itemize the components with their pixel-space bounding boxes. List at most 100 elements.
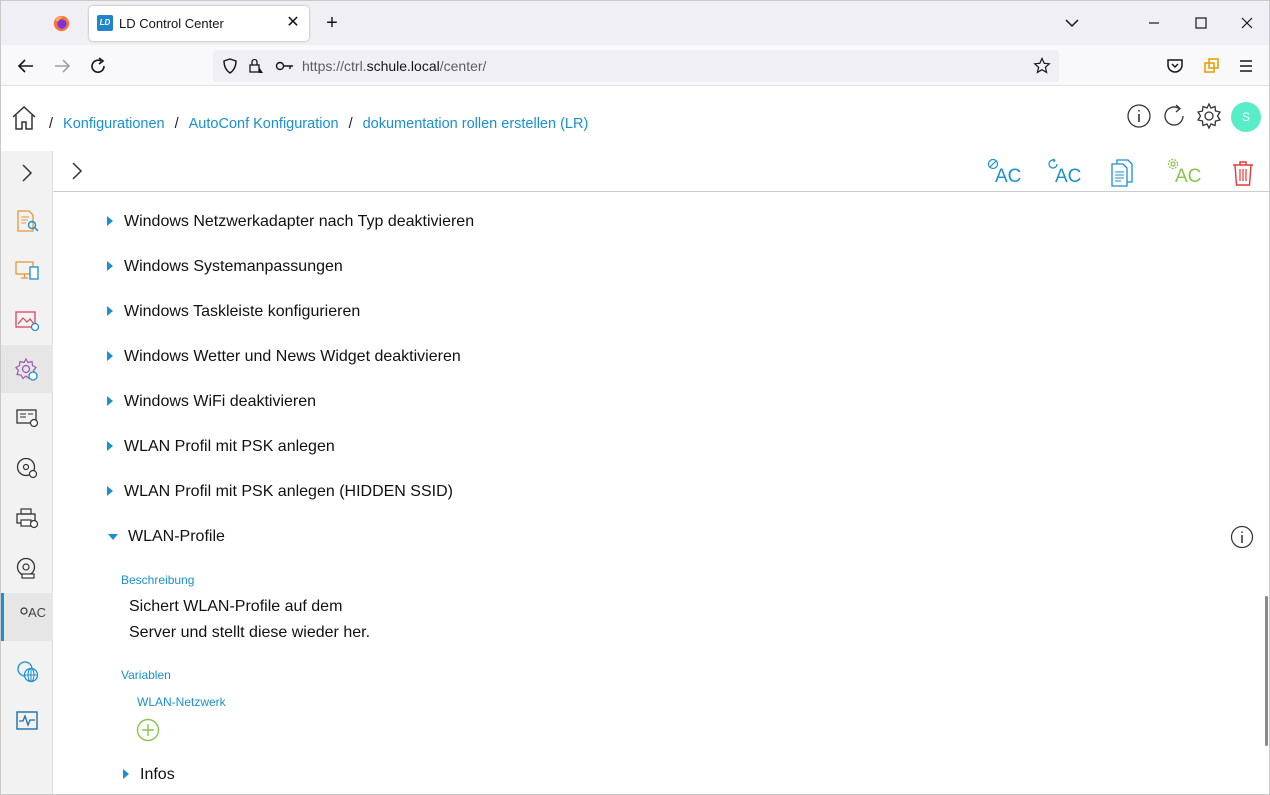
sidebar-expand-chevron-icon[interactable] bbox=[15, 161, 39, 185]
breadcrumb-konfigurationen[interactable]: Konfigurationen bbox=[63, 116, 165, 132]
sidebar-item-devices[interactable] bbox=[1, 245, 53, 293]
list-item-label: Windows Wetter und News Widget deaktivie… bbox=[124, 348, 461, 365]
avatar[interactable]: S bbox=[1231, 102, 1261, 132]
sidebar-item-software[interactable] bbox=[1, 443, 53, 491]
url-bar[interactable]: https://ctrl.schule.local/center/ bbox=[213, 50, 1059, 82]
list-item[interactable]: WLAN Profil mit PSK anlegen bbox=[53, 432, 1253, 462]
bookmark-star-icon[interactable] bbox=[1033, 57, 1051, 75]
key-icon[interactable] bbox=[275, 57, 295, 75]
sidebar-item-configuration[interactable] bbox=[1, 345, 53, 393]
printer-settings-icon bbox=[16, 508, 39, 529]
expand-arrow-icon[interactable] bbox=[107, 441, 113, 451]
sidebar-item-monitoring[interactable] bbox=[1, 696, 53, 744]
shield-icon[interactable] bbox=[221, 57, 239, 75]
panel-expand-chevron-icon[interactable] bbox=[65, 159, 89, 183]
minimize-icon[interactable] bbox=[1141, 11, 1167, 35]
list-item-label: Windows WiFi deaktivieren bbox=[124, 393, 317, 410]
ac-refresh-label: AC bbox=[1055, 166, 1082, 187]
refresh-icon[interactable] bbox=[1160, 102, 1188, 130]
home-icon[interactable] bbox=[10, 104, 38, 132]
breadcrumb-separator: / bbox=[174, 116, 179, 132]
back-arrow-icon[interactable] bbox=[14, 54, 38, 78]
sidebar-item-images[interactable] bbox=[1, 295, 53, 343]
pocket-icon[interactable] bbox=[1163, 54, 1187, 78]
maximize-icon[interactable] bbox=[1188, 11, 1214, 35]
list-item[interactable]: WLAN Profil mit PSK anlegen (HIDDEN SSID… bbox=[53, 477, 1253, 507]
gear-config-icon bbox=[15, 357, 38, 381]
item-info-icon[interactable] bbox=[1230, 525, 1254, 549]
list-item[interactable]: Windows WiFi deaktivieren bbox=[53, 387, 1253, 417]
scrollbar[interactable] bbox=[1265, 596, 1268, 746]
description-text: Sichert WLAN-Profile auf dem Server und … bbox=[129, 594, 370, 646]
description-line: Sichert WLAN-Profile auf dem bbox=[129, 598, 343, 615]
computer-list-icon bbox=[16, 409, 39, 428]
browser-window: LD LD Control Center ✕ + https://ctrl.sc… bbox=[0, 0, 1270, 795]
tab-title: LD Control Center bbox=[119, 16, 224, 31]
trash-icon bbox=[1233, 161, 1253, 186]
infos-label: Infos bbox=[140, 766, 175, 783]
breadcrumb-autoconf[interactable]: AutoConf Konfiguration bbox=[189, 116, 339, 132]
document-copy-icon bbox=[1111, 159, 1133, 187]
expand-arrow-icon[interactable] bbox=[107, 486, 113, 496]
hamburger-menu-icon[interactable] bbox=[1234, 54, 1258, 78]
autoconf-list: Windows Netzwerkadapter nach Typ deaktiv… bbox=[53, 192, 1263, 794]
list-item-label: Windows Taskleiste konfigurieren bbox=[124, 303, 361, 320]
tab-strip: LD LD Control Center ✕ + bbox=[1, 1, 1269, 45]
infos-toggle[interactable]: Infos bbox=[69, 760, 1263, 790]
delete-button[interactable] bbox=[1226, 156, 1260, 188]
sidebar-item-computers[interactable] bbox=[1, 393, 53, 441]
expand-arrow-icon[interactable] bbox=[107, 216, 113, 226]
settings-gear-icon[interactable] bbox=[1195, 102, 1223, 130]
close-window-icon[interactable] bbox=[1234, 11, 1260, 35]
expand-arrow-icon[interactable] bbox=[123, 769, 129, 779]
list-item-label: WLAN-Profile bbox=[128, 528, 225, 545]
expand-arrow-icon[interactable] bbox=[107, 261, 113, 271]
breadcrumb-current-config[interactable]: dokumentation rollen erstellen (LR) bbox=[363, 116, 589, 132]
reload-icon[interactable] bbox=[86, 54, 110, 78]
breadcrumb-separator: / bbox=[348, 116, 353, 132]
sidebar-item-autoconf[interactable]: AC bbox=[1, 593, 53, 641]
list-item-label: Windows Netzwerkadapter nach Typ deaktiv… bbox=[124, 213, 475, 230]
sidebar-item-network[interactable] bbox=[1, 646, 53, 694]
lock-warning-icon[interactable] bbox=[247, 57, 265, 75]
list-item-expanded[interactable]: WLAN-Profile bbox=[53, 522, 1253, 552]
expand-arrow-icon[interactable] bbox=[107, 306, 113, 316]
monitor-activity-icon bbox=[16, 711, 38, 730]
disc-settings-icon bbox=[16, 457, 38, 479]
ac-settings-button[interactable]: AC bbox=[1165, 156, 1202, 188]
sidebar: AC bbox=[1, 151, 53, 794]
collapse-arrow-icon[interactable] bbox=[108, 534, 118, 540]
list-item-label: WLAN Profil mit PSK anlegen (HIDDEN SSID… bbox=[124, 483, 453, 500]
info-icon[interactable] bbox=[1125, 102, 1153, 130]
variables-label: Variablen bbox=[121, 668, 171, 682]
variable-name[interactable]: WLAN-Netzwerk bbox=[137, 695, 226, 709]
ac-disable-button[interactable]: AC bbox=[985, 156, 1021, 188]
list-item[interactable]: Windows Systemanpassungen bbox=[53, 252, 1253, 282]
forward-arrow-icon[interactable] bbox=[50, 54, 74, 78]
tab-close-icon[interactable]: ✕ bbox=[283, 13, 303, 33]
new-tab-button[interactable]: + bbox=[321, 12, 343, 34]
extensions-icon[interactable] bbox=[1199, 54, 1223, 78]
list-item-label: WLAN Profil mit PSK anlegen bbox=[124, 438, 335, 455]
navigation-bar: https://ctrl.schule.local/center/ bbox=[1, 45, 1269, 86]
add-variable-icon[interactable] bbox=[136, 718, 160, 742]
sidebar-item-label: AC bbox=[28, 605, 47, 620]
sidebar-item-printers[interactable] bbox=[1, 493, 53, 541]
firefox-icon[interactable] bbox=[53, 15, 70, 32]
ac-settings-label: AC bbox=[1175, 166, 1202, 187]
document-button[interactable] bbox=[1105, 156, 1139, 188]
list-item[interactable]: Windows Netzwerkadapter nach Typ deaktiv… bbox=[53, 207, 1253, 237]
network-gear-icon bbox=[17, 661, 39, 683]
tab-list-chevron-icon[interactable] bbox=[1061, 13, 1083, 33]
toolbar bbox=[53, 151, 1269, 192]
browser-tab[interactable]: LD LD Control Center ✕ bbox=[89, 6, 309, 41]
expand-arrow-icon[interactable] bbox=[107, 396, 113, 406]
sidebar-item-drives[interactable] bbox=[1, 543, 53, 591]
list-item[interactable]: Windows Taskleiste konfigurieren bbox=[53, 297, 1253, 327]
description-line: Server und stellt diese wieder her. bbox=[129, 624, 371, 641]
list-item[interactable]: Windows Wetter und News Widget deaktivie… bbox=[53, 342, 1253, 372]
url-text[interactable]: https://ctrl.schule.local/center/ bbox=[302, 58, 486, 74]
expand-arrow-icon[interactable] bbox=[107, 351, 113, 361]
ac-refresh-button[interactable]: AC bbox=[1045, 156, 1082, 188]
sidebar-item-document-search[interactable] bbox=[1, 196, 53, 244]
